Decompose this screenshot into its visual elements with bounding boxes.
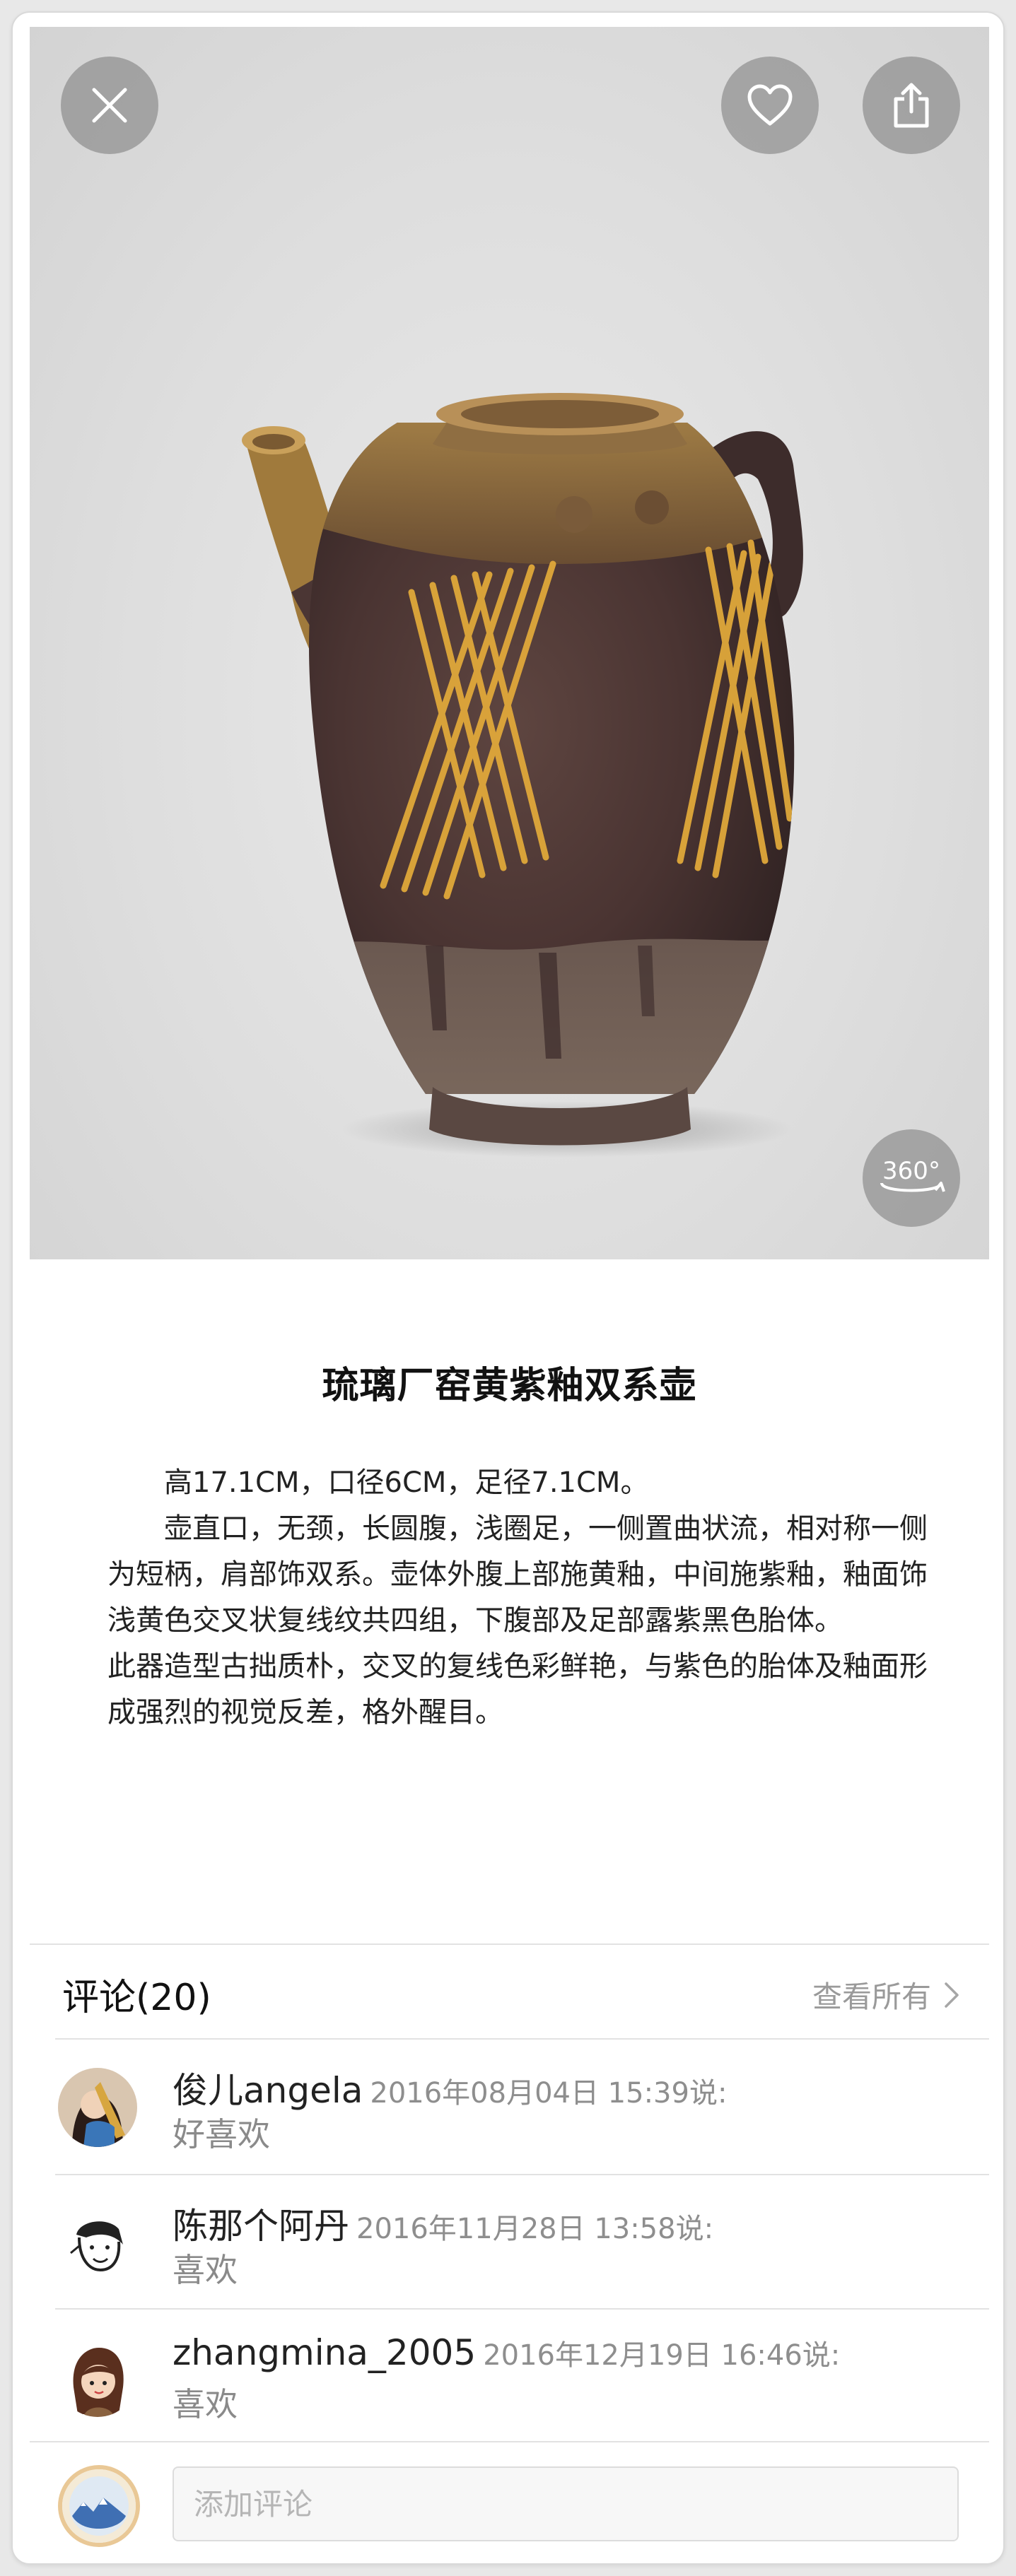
comment-timestamp: 2016年08月04日 15:39说: — [370, 2077, 728, 2110]
divider — [55, 2038, 989, 2040]
teapot-illustration — [242, 393, 803, 1158]
divider — [30, 2441, 989, 2442]
comment-item: zhangmina_2005 2016年12月19日 16:46说: 喜欢 — [13, 2311, 1003, 2445]
comment-item: 俊儿angela 2016年08月04日 15:39说: 好喜欢 — [13, 2041, 1003, 2175]
artifact-photo: 360° — [30, 27, 989, 1259]
rotate-label: 360° — [882, 1157, 940, 1185]
comment-username[interactable]: 陈那个阿丹 — [173, 2206, 349, 2247]
rotate-360-button[interactable]: 360° — [863, 1129, 960, 1227]
artifact-dimensions: 高17.1CM，口径6CM，足径7.1CM。 — [164, 1466, 649, 1499]
view-all-comments-link[interactable]: 查看所有 — [812, 1973, 959, 2016]
artifact-description: 高17.1CM，口径6CM，足径7.1CM。 壶直口，无颈，长圆腹，浅圈足，一侧… — [107, 1460, 928, 1736]
divider — [55, 2308, 989, 2310]
artifact-title: 琉璃厂窑黄紫釉双系壶 — [322, 1365, 697, 1407]
avatar[interactable] — [58, 2068, 137, 2147]
avatar[interactable] — [58, 2338, 137, 2417]
divider — [30, 1943, 989, 1945]
comments-count: 评论(20) — [62, 1977, 211, 2019]
comment-text: 喜欢 — [173, 2385, 238, 2423]
comment-item: 陈那个阿丹 2016年11月28日 13:58说: 喜欢 — [13, 2177, 1003, 2311]
comment-timestamp: 2016年11月28日 13:58说: — [356, 2213, 714, 2245]
comment-timestamp: 2016年12月19日 16:46说: — [483, 2339, 841, 2372]
chevron-right-icon — [945, 1982, 959, 2008]
artifact-body-text: 壶直口，无颈，长圆腹，浅圈足，一侧置曲状流，相对称一侧为短柄，肩部饰双系。壶体外… — [107, 1512, 928, 1637]
artifact-commentary: 此器造型古拙质朴，交叉的复线色彩鲜艳，与紫色的胎体及釉面形成强烈的视觉反差，格外… — [107, 1650, 928, 1729]
comment-username[interactable]: 俊儿angela — [173, 2070, 363, 2111]
comment-text: 好喜欢 — [173, 2115, 270, 2153]
view-all-label: 查看所有 — [812, 1980, 931, 2014]
close-button[interactable] — [61, 57, 158, 154]
add-comment-input[interactable] — [173, 2466, 959, 2541]
share-icon — [894, 83, 929, 128]
divider — [55, 2174, 989, 2175]
current-user-avatar — [58, 2465, 140, 2547]
heart-icon — [747, 84, 793, 126]
share-button[interactable] — [863, 57, 960, 154]
close-icon — [92, 88, 127, 123]
artifact-detail-card: 360° 琉璃厂窑黄紫釉双系壶 高17.1CM，口径6CM，足径7.1CM。 壶… — [11, 11, 1005, 2565]
360-view-icon: 360° — [880, 1157, 945, 1192]
favorite-button[interactable] — [721, 57, 819, 154]
comment-username[interactable]: zhangmina_2005 — [173, 2332, 476, 2373]
comment-text: 喜欢 — [173, 2251, 238, 2289]
avatar[interactable] — [58, 2204, 137, 2283]
